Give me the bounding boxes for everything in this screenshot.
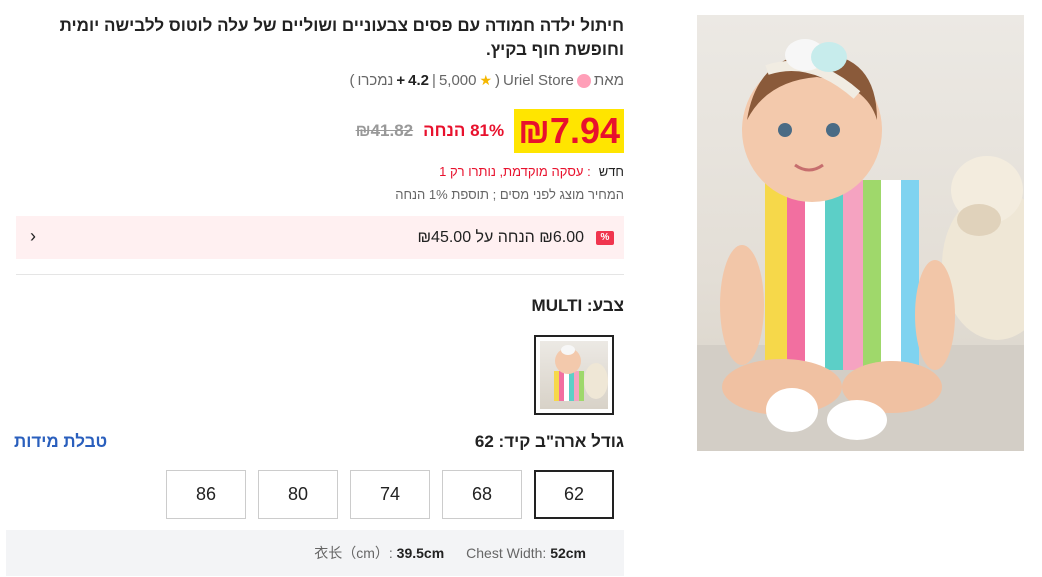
sold-label: נמכרו [357,72,394,89]
chevron-left-icon[interactable]: ‹ [30,226,36,247]
discount-badge: 81% הנחה [423,121,505,140]
sold-count-text: 5,000 [438,72,477,89]
rating-value: 4.2 [408,72,430,89]
deal-text: עסקה מוקדמת, נותרו רק 1 [439,164,584,179]
color-label: צבע: MULTI [531,296,624,315]
color-swatch-multi[interactable] [534,335,614,415]
product-main-image[interactable] [697,15,1024,451]
length-measure: 衣长（cm）: 39.5cm [314,543,444,563]
coupon-banner[interactable]: % ₪6.00 הנחה על ₪45.00 ‹ [16,216,624,259]
by-label: מאת [593,72,624,89]
size-chart-link[interactable]: טבלת מידות [14,432,107,452]
deal-colon: : [587,164,591,179]
swatch-image-icon [554,345,608,401]
coupon-text: ₪6.00 הנחה על ₪45.00 [417,228,584,246]
new-label: חדש [598,164,624,179]
star-icon: ★ [479,72,493,88]
section-divider [16,274,624,275]
length-value: 39.5cm [396,545,445,561]
size-option-68[interactable]: 68 [442,470,522,519]
length-label: 衣长（cm）: [314,545,393,561]
deal-notice: חדש: עסקה מוקדמת, נותרו רק 1 [439,164,624,179]
store-name-link[interactable]: Uriel Store [503,72,574,89]
size-options: 62 68 74 80 86 [166,470,614,519]
current-price: ₪7.94 [514,109,624,153]
chest-measure: Chest Width: 52cm [466,545,586,561]
size-option-74[interactable]: 74 [350,470,430,519]
store-icon [576,73,591,88]
product-info-panel: חיתול ילדה חמודה עם פסים צבעוניים ושוליי… [6,0,624,577]
baby-photo-illustration [697,39,1024,451]
coupon-percent-icon: % [596,230,614,245]
rating-suffix: + [396,72,406,89]
close-paren: ) [349,72,355,89]
price-row: ₪7.94 81% הנחה ₪41.82 [356,108,624,154]
tax-note: המחיר מוצג לפני מסים ; תוספת 1% הנחה [395,187,624,202]
chest-label: Chest Width: [466,545,547,561]
chest-value: 52cm [550,545,586,561]
size-label: גודל ארה"ב קיד: 62 [474,432,624,451]
open-paren: ( [495,72,501,89]
swatch-thumbnail [540,341,608,409]
store-rating-line: מאת Uriel Store ( ★ 5,000 | 4.2 + נמכרו ) [349,72,624,89]
original-price: ₪41.82 [355,121,414,140]
separator: | [432,72,436,89]
measurements-bar: 衣长（cm）: 39.5cm Chest Width: 52cm [6,530,624,576]
size-option-80[interactable]: 80 [258,470,338,519]
product-title: חיתול ילדה חמודה עם פסים צבעוניים ושוליי… [59,16,624,59]
size-option-62[interactable]: 62 [534,470,614,519]
size-option-86[interactable]: 86 [166,470,246,519]
